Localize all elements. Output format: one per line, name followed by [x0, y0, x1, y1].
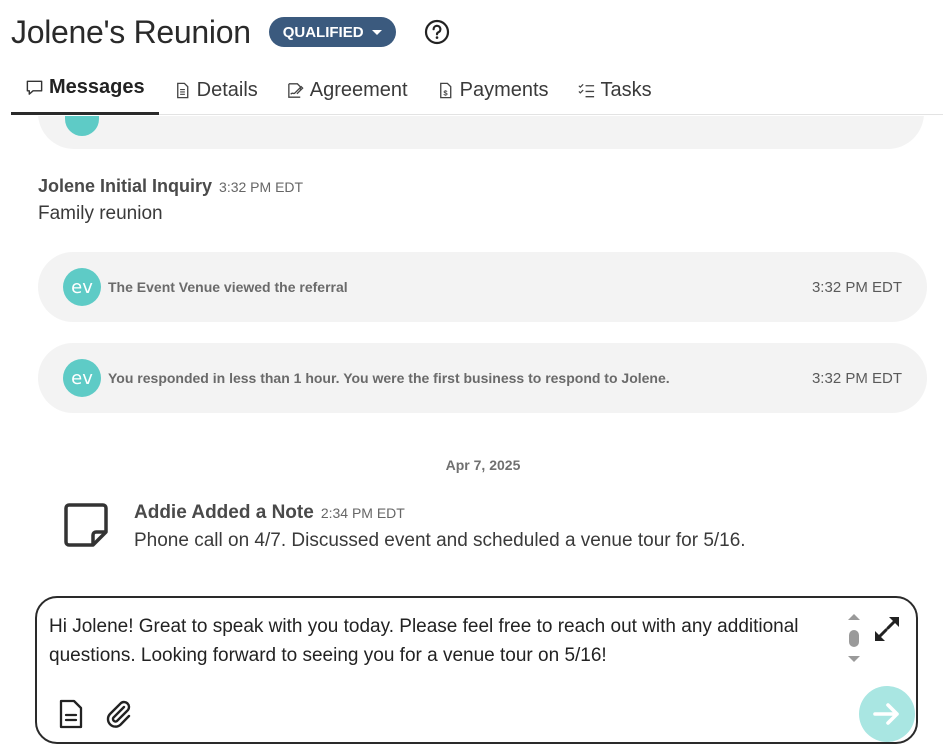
page-header: Jolene's Reunion QUALIFIED [11, 12, 450, 52]
status-label: QUALIFIED [282, 23, 364, 41]
textarea-scrollbar[interactable] [845, 612, 863, 668]
ev-avatar: ev [63, 359, 101, 397]
signature-icon [287, 82, 304, 98]
tab-agreement[interactable]: Agreement [272, 66, 422, 114]
tab-details[interactable]: Details [159, 66, 272, 114]
arrow-right-icon [873, 703, 899, 725]
tab-bar: Messages Details Agreement $ Payments Ta… [11, 66, 943, 115]
tab-payments[interactable]: $ Payments [422, 66, 563, 114]
system-event-time: 3:32 PM EDT [811, 369, 902, 387]
invoice-dollar-icon: $ [439, 82, 451, 98]
checklist-icon [578, 83, 594, 97]
paperclip-icon[interactable] [103, 698, 135, 730]
ev-avatar [65, 116, 99, 136]
system-event-text: You responded in less than 1 hour. You w… [108, 370, 670, 386]
status-dropdown[interactable]: QUALIFIED [268, 17, 396, 47]
chevron-down-icon [371, 29, 382, 35]
page-title: Jolene's Reunion [11, 13, 251, 50]
svg-text:$: $ [443, 88, 448, 97]
note-entry: Addie Added a Note 2:34 PM EDT Phone cal… [62, 502, 746, 552]
tab-label: Details [196, 78, 258, 101]
inquiry-title: Jolene Initial Inquiry [38, 176, 213, 196]
system-event: ev The Event Venue viewed the referral 3… [38, 252, 927, 322]
sticky-note-icon [64, 503, 108, 547]
message-feed[interactable]: Jolene Initial Inquiry 3:32 PM EDT Famil… [0, 116, 943, 590]
note-title: Addie Added a Note [134, 502, 314, 523]
message-composer[interactable]: Hi Jolene! Great to speak with you today… [35, 596, 918, 744]
system-event-time: 3:32 PM EDT [811, 278, 902, 296]
help-icon[interactable] [424, 19, 450, 45]
tab-messages[interactable]: Messages [11, 66, 159, 115]
message-input[interactable]: Hi Jolene! Great to speak with you today… [49, 612, 829, 670]
system-event-text: The Event Venue viewed the referral [108, 279, 348, 295]
send-button[interactable] [859, 686, 915, 742]
tab-label: Tasks [600, 78, 652, 101]
inquiry-message: Jolene Initial Inquiry 3:32 PM EDT Famil… [38, 176, 303, 225]
inquiry-body: Family reunion [38, 203, 163, 224]
note-body: Phone call on 4/7. Discussed event and s… [134, 530, 746, 551]
expand-icon[interactable] [872, 614, 902, 644]
tab-label: Agreement [309, 78, 408, 101]
template-document-icon[interactable] [57, 698, 85, 730]
tab-label: Messages [49, 75, 145, 98]
system-event-partial [38, 116, 924, 149]
date-separator: Apr 7, 2025 [445, 457, 521, 473]
document-icon [176, 82, 189, 98]
inquiry-time: 3:32 PM EDT [219, 179, 304, 195]
tab-tasks[interactable]: Tasks [563, 66, 666, 114]
note-time: 2:34 PM EDT [320, 505, 405, 521]
tab-label: Payments [459, 78, 549, 101]
chat-bubble-icon [26, 80, 43, 95]
system-event: ev You responded in less than 1 hour. Yo… [38, 343, 927, 413]
ev-avatar: ev [63, 268, 101, 306]
